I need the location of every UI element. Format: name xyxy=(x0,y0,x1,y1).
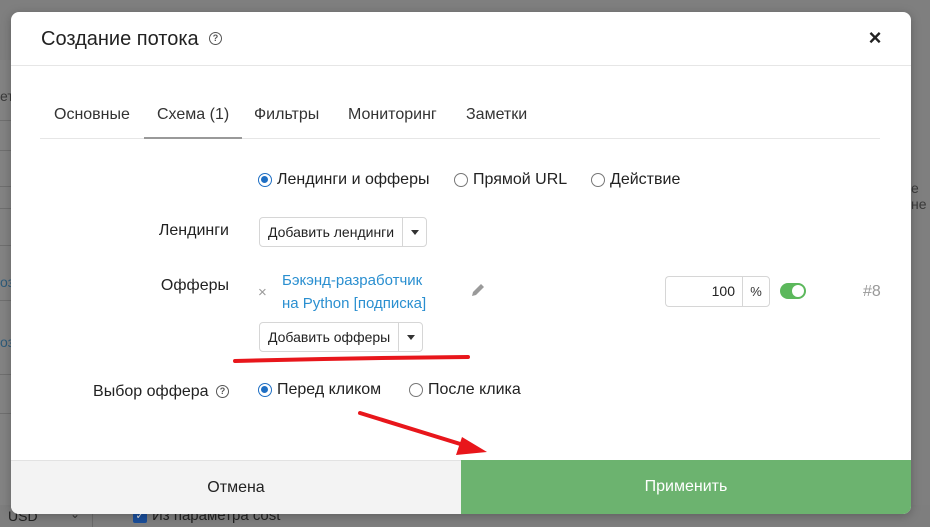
modal-footer: Отмена Применить xyxy=(11,460,911,514)
radio-selected-icon xyxy=(258,383,272,397)
radio-unselected-icon xyxy=(409,383,423,397)
radio-label: После клика xyxy=(428,381,521,398)
offer-selection-label: Выбор оффера xyxy=(93,383,209,400)
tab-basic[interactable]: Основные xyxy=(54,96,130,139)
offer-selection-label-wrap: Выбор оффера ? xyxy=(71,383,229,401)
offer-enabled-toggle[interactable] xyxy=(780,283,806,299)
modal-tabs: Основные Схема (1) Фильтры Мониторинг За… xyxy=(40,96,880,139)
tab-notes[interactable]: Заметки xyxy=(466,96,527,139)
radio-label: Перед кликом xyxy=(277,381,382,398)
cancel-button[interactable]: Отмена xyxy=(11,460,461,514)
radio-after-click[interactable]: После клика xyxy=(409,381,521,399)
radio-label: Лендинги и офферы xyxy=(277,171,430,188)
add-offers-caret[interactable] xyxy=(398,323,422,351)
offers-label: Офферы xyxy=(160,277,229,294)
tab-monitoring[interactable]: Мониторинг xyxy=(348,96,437,139)
create-stream-modal: Создание потока ? × Основные Схема (1) Ф… xyxy=(11,12,911,514)
caret-down-icon xyxy=(406,334,415,340)
add-offers-dropdown: Добавить офферы xyxy=(259,322,424,352)
offer-name-line: Бэкэнд-разработчик xyxy=(282,272,423,289)
close-button[interactable]: × xyxy=(863,26,887,50)
modal-header: Создание потока ? × xyxy=(11,12,911,66)
add-landings-button[interactable]: Добавить лендинги xyxy=(260,218,402,246)
add-offers-button[interactable]: Добавить офферы xyxy=(260,323,398,351)
radio-selected-icon xyxy=(258,173,272,187)
radio-label: Действие xyxy=(610,171,681,188)
radio-unselected-icon xyxy=(454,173,468,187)
tab-filters[interactable]: Фильтры xyxy=(254,96,319,139)
radio-label: Прямой URL xyxy=(473,171,568,188)
offer-link[interactable]: Бэкэнд-разработчик на Python [подписка] xyxy=(282,269,426,315)
radio-before-click[interactable]: Перед кликом xyxy=(258,381,381,399)
landings-label: Лендинги xyxy=(158,222,229,239)
radio-action[interactable]: Действие xyxy=(591,171,680,189)
radio-direct-url[interactable]: Прямой URL xyxy=(454,171,567,189)
help-icon[interactable]: ? xyxy=(216,385,229,399)
add-landings-dropdown: Добавить лендинги xyxy=(259,217,428,247)
offer-weight-input[interactable]: 100 xyxy=(665,276,743,307)
remove-offer-icon[interactable]: × xyxy=(258,284,267,301)
offer-name-line: на Python [подписка] xyxy=(282,295,427,312)
background-text-fragment: е не xyxy=(911,180,927,212)
help-icon[interactable]: ? xyxy=(209,32,222,45)
apply-button[interactable]: Применить xyxy=(461,460,911,514)
pencil-icon[interactable] xyxy=(470,282,486,298)
radio-landings-and-offers[interactable]: Лендинги и офферы xyxy=(258,171,429,189)
offer-weight-unit: % xyxy=(742,276,770,307)
radio-unselected-icon xyxy=(591,173,605,187)
caret-down-icon xyxy=(410,229,419,235)
add-landings-caret[interactable] xyxy=(402,218,426,246)
offer-id: #8 xyxy=(863,283,881,300)
tab-schema[interactable]: Схема (1) xyxy=(144,96,243,139)
modal-title: Создание потока xyxy=(41,28,199,50)
